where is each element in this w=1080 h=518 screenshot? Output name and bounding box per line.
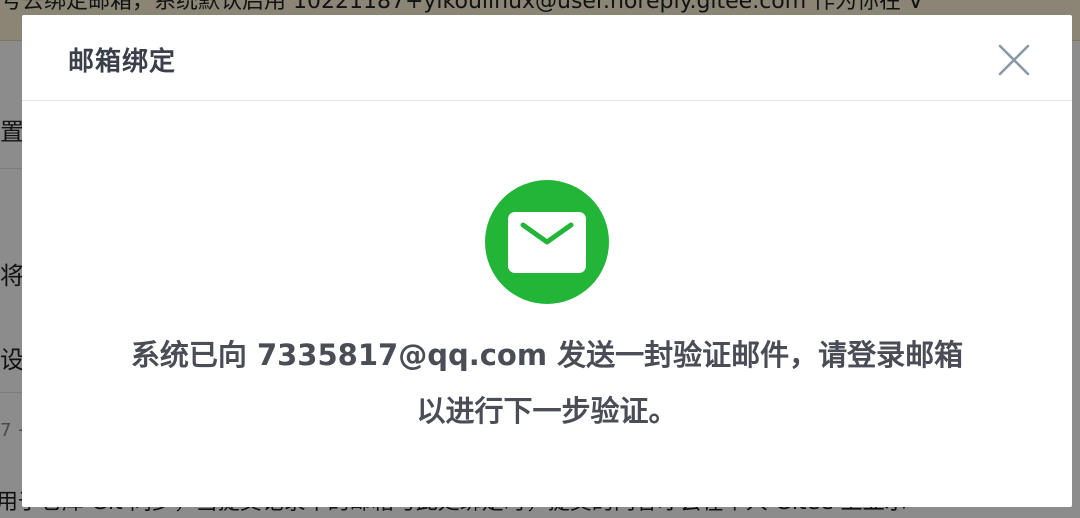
close-button[interactable] [997,43,1031,77]
verification-message-line-2: 以进行下一步验证。 [416,394,678,428]
dialog-body: 系统已向 7335817@qq.com 发送一封验证邮件，请登录邮箱 以进行下一… [22,101,1072,507]
mail-icon [508,212,586,273]
dialog-header: 邮箱绑定 [22,15,1072,101]
mail-status-badge [485,180,609,304]
dialog-title: 邮箱绑定 [68,47,177,77]
verification-message-line-1: 系统已向 7335817@qq.com 发送一封验证邮件，请登录邮箱 [130,338,964,372]
email-binding-dialog: 邮箱绑定 系统已向 7335817@qq.com 发送一封验证邮件，请登录邮箱 … [22,15,1072,507]
close-icon [998,44,1030,76]
verification-message: 系统已向 7335817@qq.com 发送一封验证邮件，请登录邮箱 以进行下一… [22,327,1072,439]
